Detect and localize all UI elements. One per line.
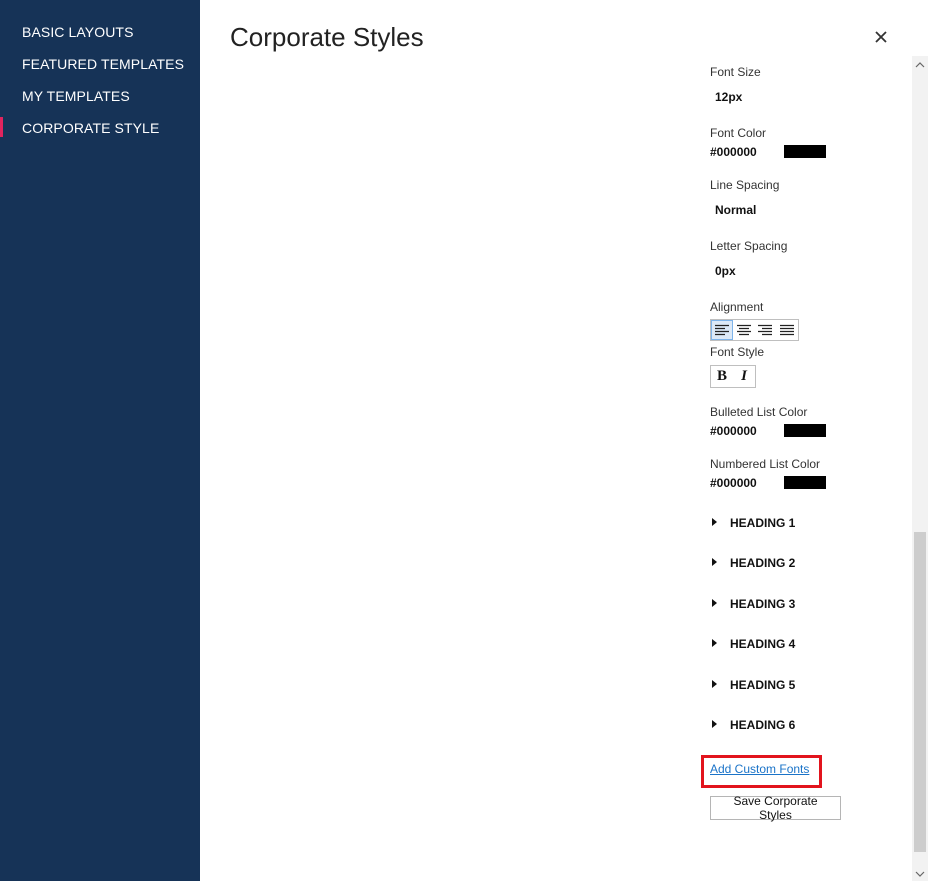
- italic-button[interactable]: I: [733, 366, 755, 387]
- scrollbar-thumb[interactable]: [914, 532, 926, 852]
- scroll-up-icon[interactable]: [912, 58, 928, 72]
- sidebar-item-corporate-style[interactable]: CORPORATE STYLE: [22, 120, 159, 136]
- align-justify-icon: [780, 324, 795, 336]
- scroll-down-icon[interactable]: [912, 867, 928, 881]
- caret-right-icon: [712, 720, 717, 728]
- align-right-icon: [758, 324, 773, 336]
- save-corporate-styles-button[interactable]: Save Corporate Styles: [710, 794, 841, 822]
- caret-right-icon: [712, 680, 717, 688]
- font-style-button-group: B I: [710, 365, 756, 388]
- align-center-button[interactable]: [733, 320, 755, 340]
- heading-4-label: HEADING 4: [730, 637, 796, 651]
- line-spacing-value[interactable]: Normal: [715, 203, 756, 217]
- align-right-button[interactable]: [755, 320, 777, 340]
- align-justify-button[interactable]: [776, 320, 798, 340]
- letter-spacing-label: Letter Spacing: [710, 239, 788, 253]
- heading-2-label: HEADING 2: [730, 556, 796, 570]
- close-button[interactable]: [870, 26, 892, 48]
- font-style-label: Font Style: [710, 345, 765, 359]
- alignment-button-group: [710, 319, 799, 341]
- align-left-icon: [714, 324, 729, 336]
- add-custom-fonts-link[interactable]: Add Custom Fonts: [710, 762, 809, 776]
- font-size-label: Font Size: [710, 65, 761, 79]
- bold-button[interactable]: B: [711, 366, 733, 387]
- bulleted-list-color-swatch[interactable]: [784, 424, 826, 437]
- align-left-button[interactable]: [711, 320, 733, 340]
- caret-right-icon: [712, 558, 717, 566]
- scrollbar[interactable]: [912, 56, 928, 881]
- alignment-label: Alignment: [710, 300, 764, 314]
- active-item-marker: [0, 117, 3, 137]
- heading-3-label: HEADING 3: [730, 597, 796, 611]
- font-color-label: Font Color: [710, 126, 767, 140]
- numbered-list-color-value[interactable]: #000000: [710, 476, 757, 490]
- align-center-icon: [736, 324, 751, 336]
- numbered-list-color-swatch[interactable]: [784, 476, 826, 489]
- font-size-value[interactable]: 12px: [715, 90, 742, 104]
- caret-right-icon: [712, 599, 717, 607]
- page-title: Corporate Styles: [230, 22, 424, 52]
- heading-1-label: HEADING 1: [730, 516, 796, 530]
- caret-right-icon: [712, 639, 717, 647]
- caret-right-icon: [712, 518, 717, 526]
- bulleted-list-color-value[interactable]: #000000: [710, 424, 757, 438]
- font-color-value[interactable]: #000000: [710, 145, 757, 159]
- font-color-swatch[interactable]: [784, 145, 826, 158]
- heading-5-label: HEADING 5: [730, 678, 796, 692]
- heading-6-label: HEADING 6: [730, 718, 796, 732]
- letter-spacing-value[interactable]: 0px: [715, 264, 736, 278]
- sidebar-item-my-templates[interactable]: MY TEMPLATES: [22, 88, 130, 104]
- sidebar-item-basic-layouts[interactable]: BASIC LAYOUTS: [22, 24, 134, 40]
- bulleted-list-color-label: Bulleted List Color: [710, 405, 808, 419]
- sidebar: BASIC LAYOUTS FEATURED TEMPLATES MY TEMP…: [0, 0, 200, 881]
- numbered-list-color-label: Numbered List Color: [710, 457, 821, 471]
- sidebar-item-featured-templates[interactable]: FEATURED TEMPLATES: [22, 56, 184, 72]
- line-spacing-label: Line Spacing: [710, 178, 780, 192]
- close-icon: [875, 31, 887, 43]
